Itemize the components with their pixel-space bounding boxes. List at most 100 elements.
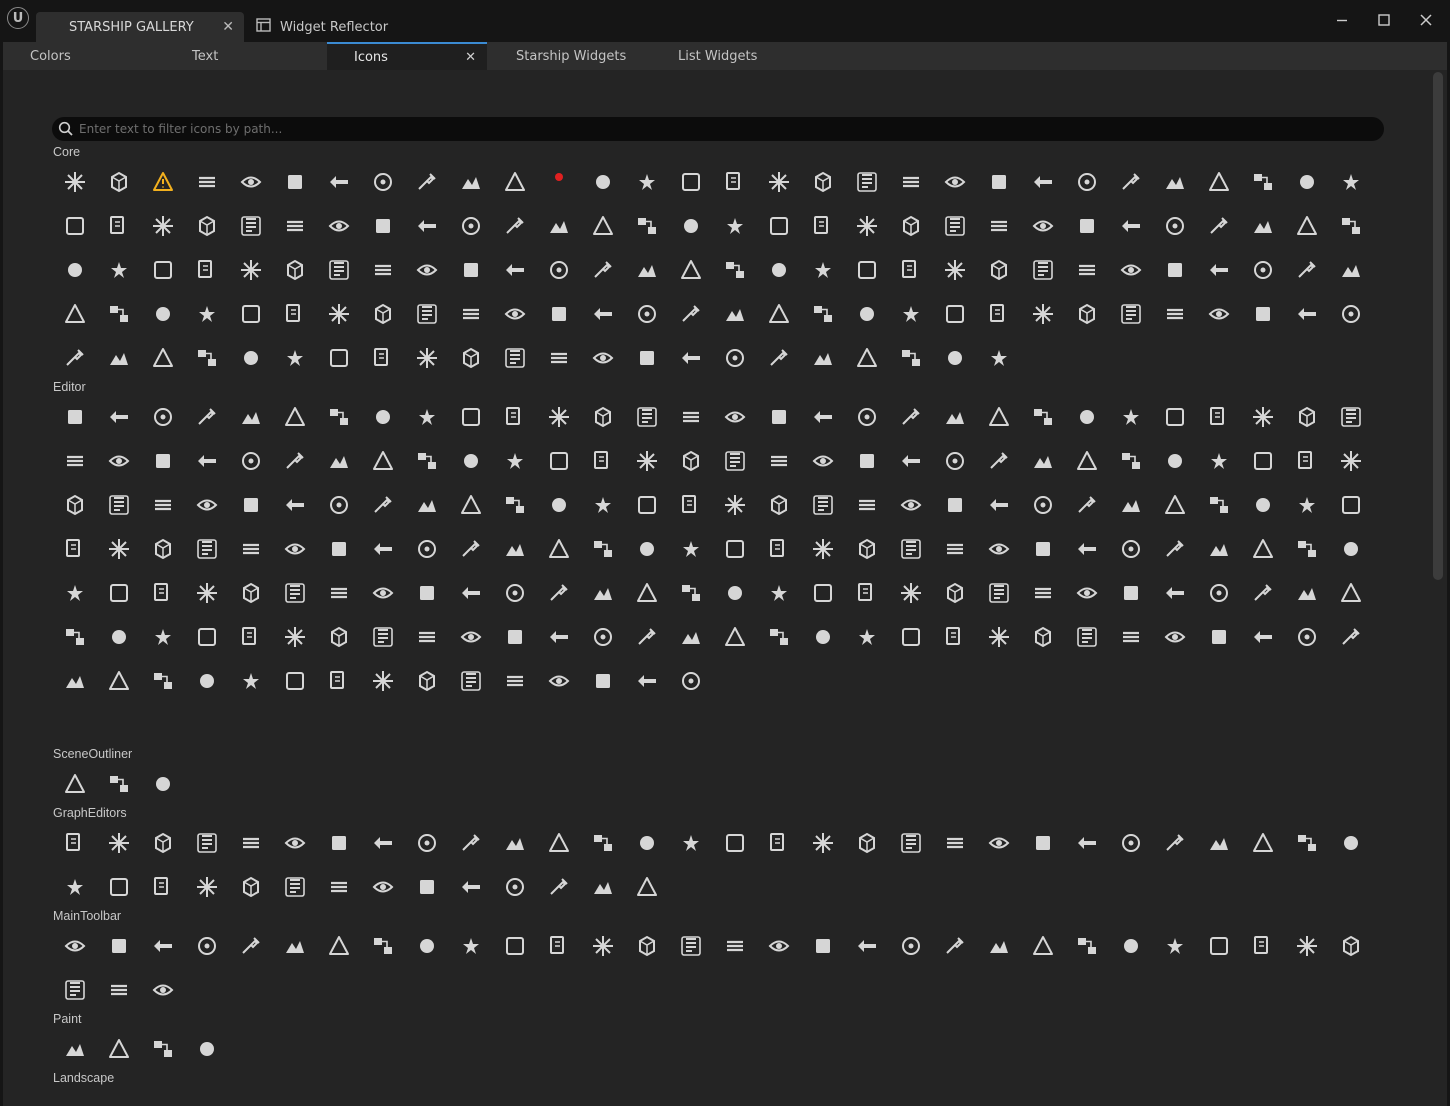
gallery-icon xyxy=(106,977,132,1003)
gallery-icon xyxy=(458,536,484,562)
gallery-icon xyxy=(282,874,308,900)
gallery-icon xyxy=(942,345,968,371)
gallery-icon xyxy=(194,448,220,474)
gallery-icon xyxy=(1294,830,1320,856)
gallery-icon xyxy=(942,492,968,518)
wrench-icon xyxy=(106,404,132,430)
section-header: GraphEditors xyxy=(53,806,127,820)
gallery-icon xyxy=(546,933,572,959)
gallery-icon xyxy=(898,624,924,650)
gallery-icon xyxy=(590,830,616,856)
gallery-icon xyxy=(854,448,880,474)
gallery-icon xyxy=(150,257,176,283)
gallery-icon xyxy=(590,345,616,371)
gallery-icon xyxy=(766,213,792,239)
gallery-icon xyxy=(1338,624,1364,650)
unreal-logo-icon: U xyxy=(7,7,29,29)
gallery-icon xyxy=(546,301,572,327)
close-icon[interactable] xyxy=(1416,10,1436,30)
gallery-icon xyxy=(1250,213,1276,239)
gallery-icon xyxy=(370,668,396,694)
gallery-icon xyxy=(1294,448,1320,474)
gallery-icon xyxy=(1162,404,1188,430)
gallery-icon xyxy=(150,536,176,562)
gallery-icon xyxy=(1074,257,1100,283)
add-actor-icon xyxy=(62,404,88,430)
gallery-icon xyxy=(678,624,704,650)
gallery-icon xyxy=(1162,448,1188,474)
close-tab-icon[interactable]: ✕ xyxy=(222,19,234,35)
close-tab-icon[interactable]: ✕ xyxy=(465,50,476,65)
gallery-icon xyxy=(766,492,792,518)
arrow-right-icon xyxy=(414,169,440,195)
gallery-icon xyxy=(1250,933,1276,959)
tab-list-widgets[interactable]: List Widgets xyxy=(678,42,757,70)
gallery-icon xyxy=(282,448,308,474)
vertical-scrollbar[interactable] xyxy=(1433,72,1443,580)
gallery-icon xyxy=(414,668,440,694)
gallery-icon xyxy=(854,404,880,430)
gallery-icon xyxy=(634,345,660,371)
gallery-icon xyxy=(898,301,924,327)
dot-icon xyxy=(678,169,704,195)
gallery-icon xyxy=(1294,404,1320,430)
gallery-icon xyxy=(942,830,968,856)
gallery-icon xyxy=(62,345,88,371)
gallery-icon xyxy=(1338,580,1364,606)
gallery-icon xyxy=(854,830,880,856)
circle-arrow-left-icon xyxy=(1162,169,1188,195)
gallery-icon xyxy=(546,404,572,430)
gallery-icon xyxy=(1074,580,1100,606)
minimize-icon[interactable] xyxy=(1332,10,1352,30)
gallery-icon xyxy=(414,624,440,650)
gallery-icon xyxy=(414,492,440,518)
gallery-icon xyxy=(810,492,836,518)
gallery-icon xyxy=(1206,448,1232,474)
gallery-icon xyxy=(414,874,440,900)
gallery-icon xyxy=(1074,933,1100,959)
gallery-icon xyxy=(502,257,528,283)
gallery-icon xyxy=(898,933,924,959)
gallery-icon xyxy=(62,536,88,562)
gallery-icon xyxy=(1294,933,1320,959)
gallery-icon xyxy=(546,624,572,650)
chevron-down-icon xyxy=(942,169,968,195)
tab-icons[interactable]: Icons ✕ xyxy=(327,42,487,70)
gallery-icon xyxy=(1206,830,1232,856)
align-center-icon xyxy=(150,830,176,856)
gallery-icon xyxy=(1118,624,1144,650)
gallery-icon xyxy=(150,580,176,606)
gallery-icon xyxy=(282,580,308,606)
search-input[interactable] xyxy=(79,117,1369,141)
gallery-icon xyxy=(590,492,616,518)
gallery-icon xyxy=(942,580,968,606)
gallery-icon xyxy=(62,448,88,474)
gallery-icon xyxy=(1118,830,1144,856)
hierarchy-icon xyxy=(590,169,616,195)
clapper-icon xyxy=(194,933,220,959)
maximize-icon[interactable] xyxy=(1374,10,1394,30)
document-tab-widget-reflector[interactable]: Widget Reflector xyxy=(256,12,388,42)
gallery-icon xyxy=(194,536,220,562)
swap-icon xyxy=(62,1036,88,1062)
circle-arrow-up-icon xyxy=(1250,169,1276,195)
tab-text[interactable]: Text xyxy=(192,42,218,70)
tab-starship-widgets[interactable]: Starship Widgets xyxy=(516,42,626,70)
gallery-icon xyxy=(634,580,660,606)
gallery-icon xyxy=(326,580,352,606)
gallery-icon xyxy=(1206,933,1232,959)
tab-label: Colors xyxy=(30,48,71,64)
gallery-icon xyxy=(414,257,440,283)
gallery-icon xyxy=(370,492,396,518)
gallery-icon xyxy=(942,257,968,283)
chevron-left-icon xyxy=(986,169,1012,195)
document-tab-starship-gallery[interactable]: STARSHIP GALLERY ✕ xyxy=(36,12,244,42)
gallery-icon xyxy=(1030,301,1056,327)
gallery-icon xyxy=(414,933,440,959)
gallery-icon xyxy=(238,624,264,650)
refresh-icon xyxy=(326,404,352,430)
gallery-icon xyxy=(942,448,968,474)
gallery-icon xyxy=(458,257,484,283)
gallery-icon xyxy=(458,624,484,650)
tab-colors[interactable]: Colors xyxy=(30,42,71,70)
